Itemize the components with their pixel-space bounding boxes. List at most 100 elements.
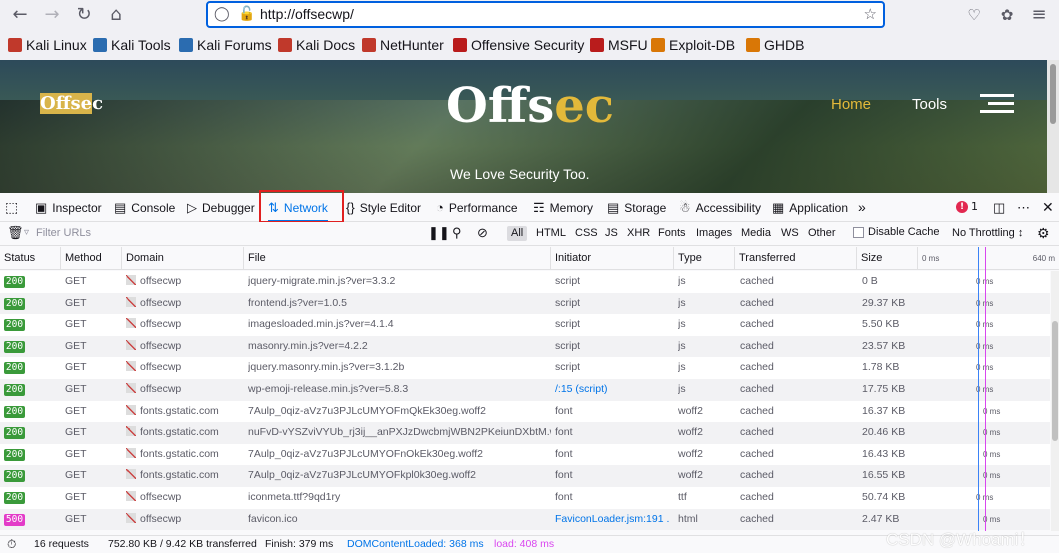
cell-initiator[interactable]: FaviconLoader.jsm:191 ... bbox=[555, 509, 670, 531]
request-row[interactable]: 200 GET offsecwp wp-emoji-release.min.js?ve… bbox=[0, 379, 1050, 401]
request-row[interactable]: 200 GET offsecwp masonry.min.js?ver=4.2.2 sc… bbox=[0, 335, 1050, 358]
reload-icon[interactable]: ↻ bbox=[72, 3, 96, 27]
request-row[interactable]: 200 GET offsecwp jquery-migrate.min.js?ver=… bbox=[0, 271, 1050, 293]
tab-debugger[interactable]: ▷ Debugger bbox=[187, 193, 255, 222]
page-scrollbar[interactable] bbox=[1047, 60, 1059, 193]
request-row[interactable]: 200 GET fonts.gstatic.com 7Aulp_0qiz-aVz7u3… bbox=[0, 465, 1050, 487]
tab-accessibility[interactable]: ☃ Accessibility bbox=[679, 193, 761, 222]
column-header-waterfall[interactable]: 0 ms 640 m bbox=[918, 247, 1059, 270]
tab-inspector[interactable]: ▣ Inspector bbox=[35, 193, 102, 222]
request-row[interactable]: 200 GET offsecwp jquery.masonry.min.js?ver=… bbox=[0, 357, 1050, 379]
filter-type-media[interactable]: Media bbox=[737, 226, 775, 241]
url-bar[interactable]: ◯ 🔓 http://offsecwp/ ☆ bbox=[206, 1, 885, 28]
filter-urls-input[interactable]: Filter URLs bbox=[36, 227, 91, 239]
bookmark-item[interactable]: Kali Linux bbox=[8, 37, 87, 53]
tab-console[interactable]: ▤ Console bbox=[114, 193, 175, 222]
pocket-icon[interactable]: ♡ bbox=[962, 3, 986, 27]
cell-initiator[interactable]: /:15 (script) bbox=[555, 379, 670, 401]
site-logo-large: Offsec bbox=[446, 78, 614, 134]
checkbox-box[interactable] bbox=[853, 226, 864, 238]
column-header-size[interactable]: Size bbox=[857, 247, 918, 270]
cell-method: GET bbox=[65, 296, 87, 309]
logo-small-part-a: O bbox=[40, 93, 56, 114]
filter-type-html[interactable]: HTML bbox=[532, 226, 570, 241]
logo-small-part-b: ffse bbox=[55, 93, 93, 114]
filter-type-js[interactable]: JS bbox=[601, 226, 622, 241]
bookmark-label: MSFU bbox=[608, 37, 648, 53]
error-count-badge[interactable]: ! 1 bbox=[956, 200, 978, 213]
hamburger-menu-icon[interactable] bbox=[980, 94, 1014, 114]
column-header-status[interactable]: Status bbox=[0, 247, 61, 270]
url-text[interactable]: http://offsecwp/ bbox=[260, 6, 354, 22]
tab-storage[interactable]: ▤ Storage bbox=[607, 193, 666, 222]
bookmark-item[interactable]: Kali Forums bbox=[179, 37, 272, 53]
filter-type-images[interactable]: Images bbox=[692, 226, 736, 241]
application-icon: ▦ bbox=[772, 200, 785, 215]
bookmark-item[interactable]: GHDB bbox=[746, 37, 804, 53]
throttling-select[interactable]: No Throttling ↕ bbox=[952, 227, 1023, 239]
request-row[interactable]: 200 GET fonts.gstatic.com nuFvD-vYSZviVYUb_… bbox=[0, 422, 1050, 444]
bookmark-item[interactable]: Kali Docs bbox=[278, 37, 355, 53]
tab-performance[interactable]: ◔ Performance bbox=[436, 193, 518, 222]
request-row[interactable]: 200 GET offsecwp imagesloaded.min.js?ver=4.… bbox=[0, 314, 1050, 336]
column-header-file[interactable]: File bbox=[244, 247, 551, 270]
tab-style-editor[interactable]: {} Style Editor bbox=[346, 193, 421, 222]
cell-size: 16.37 KB bbox=[862, 404, 906, 417]
cell-type: js bbox=[678, 296, 686, 309]
bookmark-item[interactable]: Kali Tools bbox=[93, 37, 171, 53]
filter-type-all[interactable]: All bbox=[507, 226, 528, 241]
column-header-initiator[interactable]: Initiator bbox=[551, 247, 674, 270]
cell-file: nuFvD-vYSZviVYUb_rj3ij__anPXJzDwcbmjWBN2… bbox=[248, 426, 551, 439]
dock-icon[interactable]: ◫ bbox=[993, 193, 1005, 222]
bookmark-item[interactable]: MSFU bbox=[590, 37, 648, 53]
nav-link-home[interactable]: Home bbox=[831, 96, 871, 113]
more-tabs-icon[interactable]: » bbox=[858, 193, 866, 222]
filter-type-ws[interactable]: WS bbox=[777, 226, 803, 241]
site-logo-small[interactable]: Offsec bbox=[40, 93, 103, 114]
close-devtools-icon[interactable]: ✕ bbox=[1042, 193, 1054, 222]
request-row[interactable]: 200 GET fonts.gstatic.com 7Aulp_0qiz-aVz7u3… bbox=[0, 443, 1050, 466]
filter-type-xhr[interactable]: XHR bbox=[623, 226, 654, 241]
back-arrow-icon[interactable]: ← bbox=[8, 3, 32, 27]
bookmark-item[interactable]: NetHunter bbox=[362, 37, 444, 53]
search-icon[interactable]: ⚲ bbox=[452, 225, 462, 241]
console-icon: ▤ bbox=[114, 200, 127, 215]
element-picker-icon[interactable]: ⬚ bbox=[5, 193, 18, 222]
settings-gear-icon[interactable]: ⚙ bbox=[1037, 225, 1050, 242]
filter-type-fonts[interactable]: Fonts bbox=[654, 226, 690, 241]
nav-link-tools[interactable]: Tools bbox=[912, 96, 947, 113]
home-icon[interactable]: ⌂ bbox=[104, 3, 128, 27]
tab-memory[interactable]: ☶ Memory bbox=[533, 193, 593, 222]
status-badge: 200 bbox=[4, 297, 25, 310]
extensions-icon[interactable]: ✿ bbox=[995, 3, 1019, 27]
performance-analysis-icon[interactable]: ⏱ bbox=[7, 536, 16, 553]
menu-icon[interactable]: ≡ bbox=[1027, 3, 1051, 27]
request-row[interactable]: 200 GET offsecwp iconmeta.ttf?9qd1ry font ttf… bbox=[0, 487, 1050, 509]
block-icon[interactable]: ⊘ bbox=[477, 225, 488, 241]
filter-type-css[interactable]: CSS bbox=[571, 226, 602, 241]
request-row[interactable]: 200 GET offsecwp frontend.js?ver=1.0.5 scrip… bbox=[0, 292, 1050, 315]
filter-type-other[interactable]: Other bbox=[804, 226, 840, 241]
column-header-method[interactable]: Method bbox=[61, 247, 122, 270]
tab-application[interactable]: ▦ Application bbox=[772, 193, 848, 222]
bookmark-label: Kali Linux bbox=[26, 37, 87, 53]
shield-icon[interactable]: ◯ bbox=[214, 6, 230, 22]
trash-icon[interactable]: 🗑 bbox=[7, 225, 24, 241]
pause-icon[interactable]: ❚❚ bbox=[428, 225, 450, 241]
insecure-domain-icon bbox=[126, 361, 136, 372]
cell-size: 16.43 KB bbox=[862, 447, 906, 460]
status-badge: 200 bbox=[4, 384, 25, 396]
request-list-scrollbar[interactable] bbox=[1051, 271, 1059, 531]
bookmark-item[interactable]: Exploit-DB bbox=[651, 37, 735, 53]
bookmark-star-icon[interactable]: ☆ bbox=[864, 5, 877, 23]
cell-domain: offsecwp bbox=[126, 336, 244, 358]
bookmark-item[interactable]: Offensive Security bbox=[453, 37, 584, 53]
column-header-transferred[interactable]: Transferred bbox=[735, 247, 857, 270]
more-options-icon[interactable]: ⋯ bbox=[1017, 193, 1030, 222]
disable-cache-checkbox[interactable]: Disable Cache bbox=[853, 226, 940, 238]
insecure-lock-icon[interactable]: 🔓 bbox=[238, 6, 255, 22]
request-row[interactable]: 200 GET fonts.gstatic.com 7Aulp_0qiz-aVz7u3… bbox=[0, 400, 1050, 423]
column-header-type[interactable]: Type bbox=[674, 247, 735, 270]
forward-arrow-icon[interactable]: → bbox=[40, 3, 64, 27]
column-header-domain[interactable]: Domain bbox=[122, 247, 244, 270]
